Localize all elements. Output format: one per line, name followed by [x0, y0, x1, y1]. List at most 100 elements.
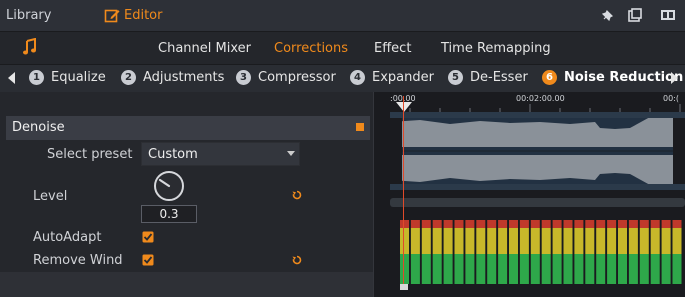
module-label: De-Esser: [470, 70, 528, 85]
meter-segment: [607, 220, 617, 228]
select-preset-label: Select preset: [47, 147, 133, 162]
playhead-handle-icon[interactable]: [396, 102, 412, 112]
meter-segment: [541, 220, 551, 228]
meter-segment: [443, 228, 453, 254]
scroll-left-arrow-icon[interactable]: [8, 72, 15, 84]
pin-icon[interactable]: [600, 7, 616, 23]
module-number: 3: [236, 70, 251, 85]
meter-segment: [519, 254, 529, 284]
module-label: Adjustments: [143, 70, 225, 85]
meter-segment: [552, 228, 562, 254]
tab-corrections[interactable]: Corrections: [274, 41, 348, 56]
meter-segment: [596, 254, 606, 284]
meter-segment: [519, 220, 529, 228]
title-bar: [0, 0, 685, 32]
meter-segment: [585, 254, 595, 284]
meter-segment: [618, 220, 627, 228]
remove-wind-row: [0, 272, 373, 297]
meter-segment: [530, 228, 540, 254]
meter-segment: [650, 254, 660, 284]
module-label: Expander: [372, 70, 434, 85]
meter-segment: [530, 220, 540, 228]
tab-channel-mixer[interactable]: Channel Mixer: [158, 41, 251, 56]
meter-segment: [421, 254, 431, 284]
meter-segment: [628, 220, 638, 228]
meter-segment: [607, 254, 617, 284]
meter-segment: [476, 228, 486, 254]
waveform-graph: [390, 112, 685, 190]
enable-toggle[interactable]: [356, 123, 364, 131]
editor-tab[interactable]: Editor: [104, 7, 162, 23]
meter-segment: [443, 254, 453, 284]
meter-segment: [574, 228, 584, 254]
meter-segment: [672, 228, 682, 254]
module-label: Noise Reduction: [564, 70, 684, 85]
tab-effect[interactable]: Effect: [374, 41, 411, 56]
module-equalize[interactable]: 1 Equalize: [29, 70, 106, 85]
reset-icon[interactable]: [292, 190, 302, 200]
meter-segment: [618, 254, 627, 284]
music-note-icon: [23, 38, 36, 55]
meter-segment: [454, 228, 464, 254]
module-compressor[interactable]: 3 Compressor: [236, 70, 336, 85]
meter-segment: [432, 228, 442, 254]
remove-wind-label: Remove Wind: [33, 253, 123, 268]
autoadapt-checkbox-icon[interactable]: [142, 231, 154, 243]
meter-segment: [639, 228, 649, 254]
module-de-esser[interactable]: 5 De-Esser: [448, 70, 528, 85]
meter-segment: [639, 254, 649, 284]
module-expander[interactable]: 4 Expander: [350, 70, 434, 85]
meter-segment: [509, 228, 518, 254]
level-meter: [400, 220, 682, 284]
meter-segment: [563, 254, 573, 284]
meter-segment: [465, 254, 475, 284]
meter-segment: [410, 220, 420, 228]
meter-marker-icon: [400, 284, 408, 290]
meter-segment: [509, 254, 518, 284]
meter-segment: [661, 220, 671, 228]
ruler-ticks: [409, 104, 681, 112]
autoadapt-label: AutoAdapt: [33, 230, 102, 245]
preset-value: Custom: [148, 147, 198, 162]
meter-segment: [421, 228, 431, 254]
module-adjustments[interactable]: 2 Adjustments: [121, 70, 224, 85]
meter-segment: [628, 254, 638, 284]
pencil-icon: [104, 9, 120, 23]
module-noise-reduction[interactable]: 6 Noise Reduction: [542, 70, 683, 85]
meter-segment: [487, 220, 497, 228]
meter-segment: [410, 228, 420, 254]
meter-segment: [607, 228, 617, 254]
meter-segment: [596, 220, 606, 228]
chevron-down-icon: [287, 151, 295, 156]
audio-waveform: [390, 112, 685, 190]
scroll-right-arrow-icon[interactable]: [671, 72, 678, 84]
tab-time-remapping[interactable]: Time Remapping: [441, 41, 551, 56]
module-number: 5: [448, 70, 463, 85]
meter-segment: [432, 220, 442, 228]
module-label: Compressor: [258, 70, 336, 85]
meter-segment: [465, 220, 475, 228]
timeline-ruler: :00.00 00:02:00.00 00:(: [390, 92, 685, 112]
level-knob[interactable]: [153, 170, 185, 202]
meter-segment: [563, 228, 573, 254]
module-label: Equalize: [51, 70, 106, 85]
timeline-scrollbar[interactable]: [390, 198, 685, 207]
meter-segment: [552, 220, 562, 228]
meter-segment: [541, 254, 551, 284]
denoise-title: Denoise: [12, 120, 65, 135]
library-tab[interactable]: Library: [6, 8, 51, 23]
window-icon[interactable]: [627, 7, 643, 23]
reset-icon[interactable]: [292, 255, 302, 265]
meter-segment: [563, 220, 573, 228]
meter-segment: [552, 254, 562, 284]
meter-segment: [519, 228, 529, 254]
level-value-field[interactable]: 0.3: [141, 205, 197, 223]
meter-segment: [585, 220, 595, 228]
module-number: 2: [121, 70, 136, 85]
panel-icon[interactable]: [660, 7, 676, 23]
remove-wind-checkbox-icon[interactable]: [142, 254, 154, 266]
meter-segment: [498, 254, 508, 284]
meter-segment: [574, 220, 584, 228]
meter-segment: [454, 220, 464, 228]
meter-segment: [530, 254, 540, 284]
